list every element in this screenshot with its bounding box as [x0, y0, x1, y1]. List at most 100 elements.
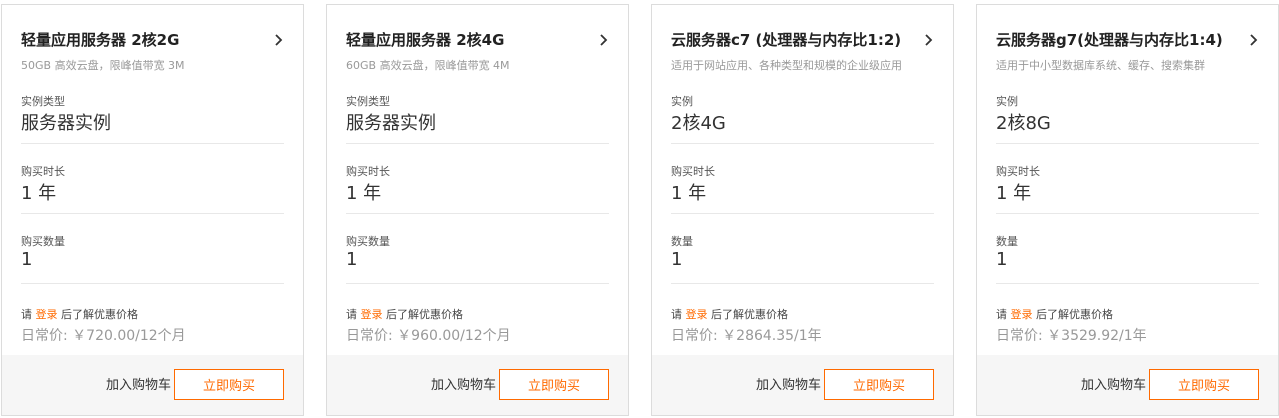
card-subtitle: 60GB 高效云盘，限峰值带宽 4M: [346, 59, 510, 72]
card-title: 轻量应用服务器 2核2G: [21, 31, 180, 49]
duration-field: 购买时长 1 年: [996, 163, 1259, 233]
instance-type-value[interactable]: 服务器实例: [21, 109, 111, 135]
divider: [996, 143, 1259, 144]
card-title: 轻量应用服务器 2核4G: [346, 31, 505, 49]
quantity-label: 购买数量: [21, 235, 65, 248]
instance-type-field: 实例类型 服务器实例: [21, 93, 284, 163]
divider: [671, 283, 934, 284]
login-link[interactable]: 登录: [686, 308, 708, 321]
chevron-right-icon[interactable]: [1245, 32, 1261, 48]
divider: [21, 213, 284, 214]
divider: [346, 283, 609, 284]
quantity-value[interactable]: 1: [671, 249, 682, 270]
divider: [671, 143, 934, 144]
login-prompt: 请 登录 后了解优惠价格: [346, 306, 463, 322]
chevron-right-icon[interactable]: [595, 32, 611, 48]
divider: [21, 143, 284, 144]
regular-price: 日常价: ￥3529.92/1年: [996, 328, 1147, 344]
duration-label: 购买时长: [346, 165, 390, 178]
divider: [346, 213, 609, 214]
card-footer: 加入购物车 立即购买: [327, 355, 628, 415]
add-to-cart-button[interactable]: 加入购物车: [756, 374, 821, 393]
login-prefix: 请: [21, 308, 36, 321]
chevron-right-icon[interactable]: [270, 32, 286, 48]
quantity-value[interactable]: 1: [21, 249, 32, 270]
duration-field: 购买时长 1 年: [21, 163, 284, 233]
add-to-cart-button[interactable]: 加入购物车: [431, 374, 496, 393]
quantity-field: 数量 1: [671, 233, 934, 303]
instance-type-value[interactable]: 服务器实例: [346, 109, 436, 135]
card-title-row[interactable]: 轻量应用服务器 2核2G: [21, 29, 284, 51]
login-suffix: 后了解优惠价格: [1032, 308, 1113, 321]
instance-type-label: 实例类型: [21, 95, 65, 108]
card-subtitle: 适用于网站应用、各种类型和规模的企业级应用: [671, 59, 902, 72]
quantity-field: 购买数量 1: [346, 233, 609, 303]
chevron-right-icon[interactable]: [920, 32, 936, 48]
buy-now-button[interactable]: 立即购买: [499, 369, 609, 400]
duration-label: 购买时长: [21, 165, 65, 178]
quantity-field: 购买数量 1: [21, 233, 284, 303]
login-prefix: 请: [346, 308, 361, 321]
regular-price: 日常价: ￥960.00/12个月: [346, 328, 511, 344]
buy-now-button[interactable]: 立即购买: [1149, 369, 1259, 400]
login-link[interactable]: 登录: [361, 308, 383, 321]
instance-type-field: 实例类型 服务器实例: [346, 93, 609, 163]
login-link[interactable]: 登录: [36, 308, 58, 321]
product-card-lightweight-2c2g: 轻量应用服务器 2核2G 50GB 高效云盘，限峰值带宽 3M 实例类型 服务器…: [1, 4, 304, 416]
login-prompt: 请 登录 后了解优惠价格: [21, 306, 138, 322]
card-title-row[interactable]: 轻量应用服务器 2核4G: [346, 29, 609, 51]
duration-field: 购买时长 1 年: [671, 163, 934, 233]
product-card-lightweight-2c4g: 轻量应用服务器 2核4G 60GB 高效云盘，限峰值带宽 4M 实例类型 服务器…: [326, 4, 629, 416]
login-prefix: 请: [671, 308, 686, 321]
login-suffix: 后了解优惠价格: [707, 308, 788, 321]
card-title-row[interactable]: 云服务器g7(处理器与内存比1:4): [996, 29, 1259, 51]
instance-field: 实例 2核8G: [996, 93, 1259, 163]
quantity-label: 数量: [671, 235, 693, 248]
add-to-cart-button[interactable]: 加入购物车: [106, 374, 171, 393]
duration-label: 购买时长: [671, 165, 715, 178]
divider: [671, 213, 934, 214]
card-title: 云服务器c7 (处理器与内存比1:2): [671, 31, 902, 49]
quantity-field: 数量 1: [996, 233, 1259, 303]
buy-now-button[interactable]: 立即购买: [824, 369, 934, 400]
add-to-cart-button[interactable]: 加入购物车: [1081, 374, 1146, 393]
card-subtitle: 50GB 高效云盘，限峰值带宽 3M: [21, 59, 185, 72]
login-suffix: 后了解优惠价格: [382, 308, 463, 321]
buy-now-button[interactable]: 立即购买: [174, 369, 284, 400]
login-prefix: 请: [996, 308, 1011, 321]
product-card-ecs-c7: 云服务器c7 (处理器与内存比1:2) 适用于网站应用、各种类型和规模的企业级应…: [651, 4, 954, 416]
duration-value[interactable]: 1 年: [346, 179, 381, 205]
login-link[interactable]: 登录: [1011, 308, 1033, 321]
card-footer: 加入购物车 立即购买: [652, 355, 953, 415]
card-title-row[interactable]: 云服务器c7 (处理器与内存比1:2): [671, 29, 934, 51]
divider: [996, 283, 1259, 284]
quantity-label: 数量: [996, 235, 1018, 248]
divider: [346, 143, 609, 144]
card-subtitle: 适用于中小型数据库系统、缓存、搜索集群: [996, 59, 1205, 72]
product-card-row: 轻量应用服务器 2核2G 50GB 高效云盘，限峰值带宽 3M 实例类型 服务器…: [0, 0, 1279, 418]
instance-value[interactable]: 2核8G: [996, 109, 1051, 135]
instance-label: 实例: [671, 95, 693, 108]
instance-value[interactable]: 2核4G: [671, 109, 726, 135]
regular-price: 日常价: ￥720.00/12个月: [21, 328, 186, 344]
divider: [996, 213, 1259, 214]
regular-price: 日常价: ￥2864.35/1年: [671, 328, 822, 344]
quantity-label: 购买数量: [346, 235, 390, 248]
quantity-value[interactable]: 1: [996, 249, 1007, 270]
card-title: 云服务器g7(处理器与内存比1:4): [996, 31, 1223, 49]
login-suffix: 后了解优惠价格: [57, 308, 138, 321]
login-prompt: 请 登录 后了解优惠价格: [996, 306, 1113, 322]
duration-value[interactable]: 1 年: [671, 179, 706, 205]
duration-label: 购买时长: [996, 165, 1040, 178]
duration-field: 购买时长 1 年: [346, 163, 609, 233]
divider: [21, 283, 284, 284]
product-card-ecs-g7: 云服务器g7(处理器与内存比1:4) 适用于中小型数据库系统、缓存、搜索集群 实…: [976, 4, 1279, 416]
card-footer: 加入购物车 立即购买: [2, 355, 303, 415]
instance-type-label: 实例类型: [346, 95, 390, 108]
card-footer: 加入购物车 立即购买: [977, 355, 1278, 415]
duration-value[interactable]: 1 年: [21, 179, 56, 205]
quantity-value[interactable]: 1: [346, 249, 357, 270]
instance-label: 实例: [996, 95, 1018, 108]
duration-value[interactable]: 1 年: [996, 179, 1031, 205]
login-prompt: 请 登录 后了解优惠价格: [671, 306, 788, 322]
